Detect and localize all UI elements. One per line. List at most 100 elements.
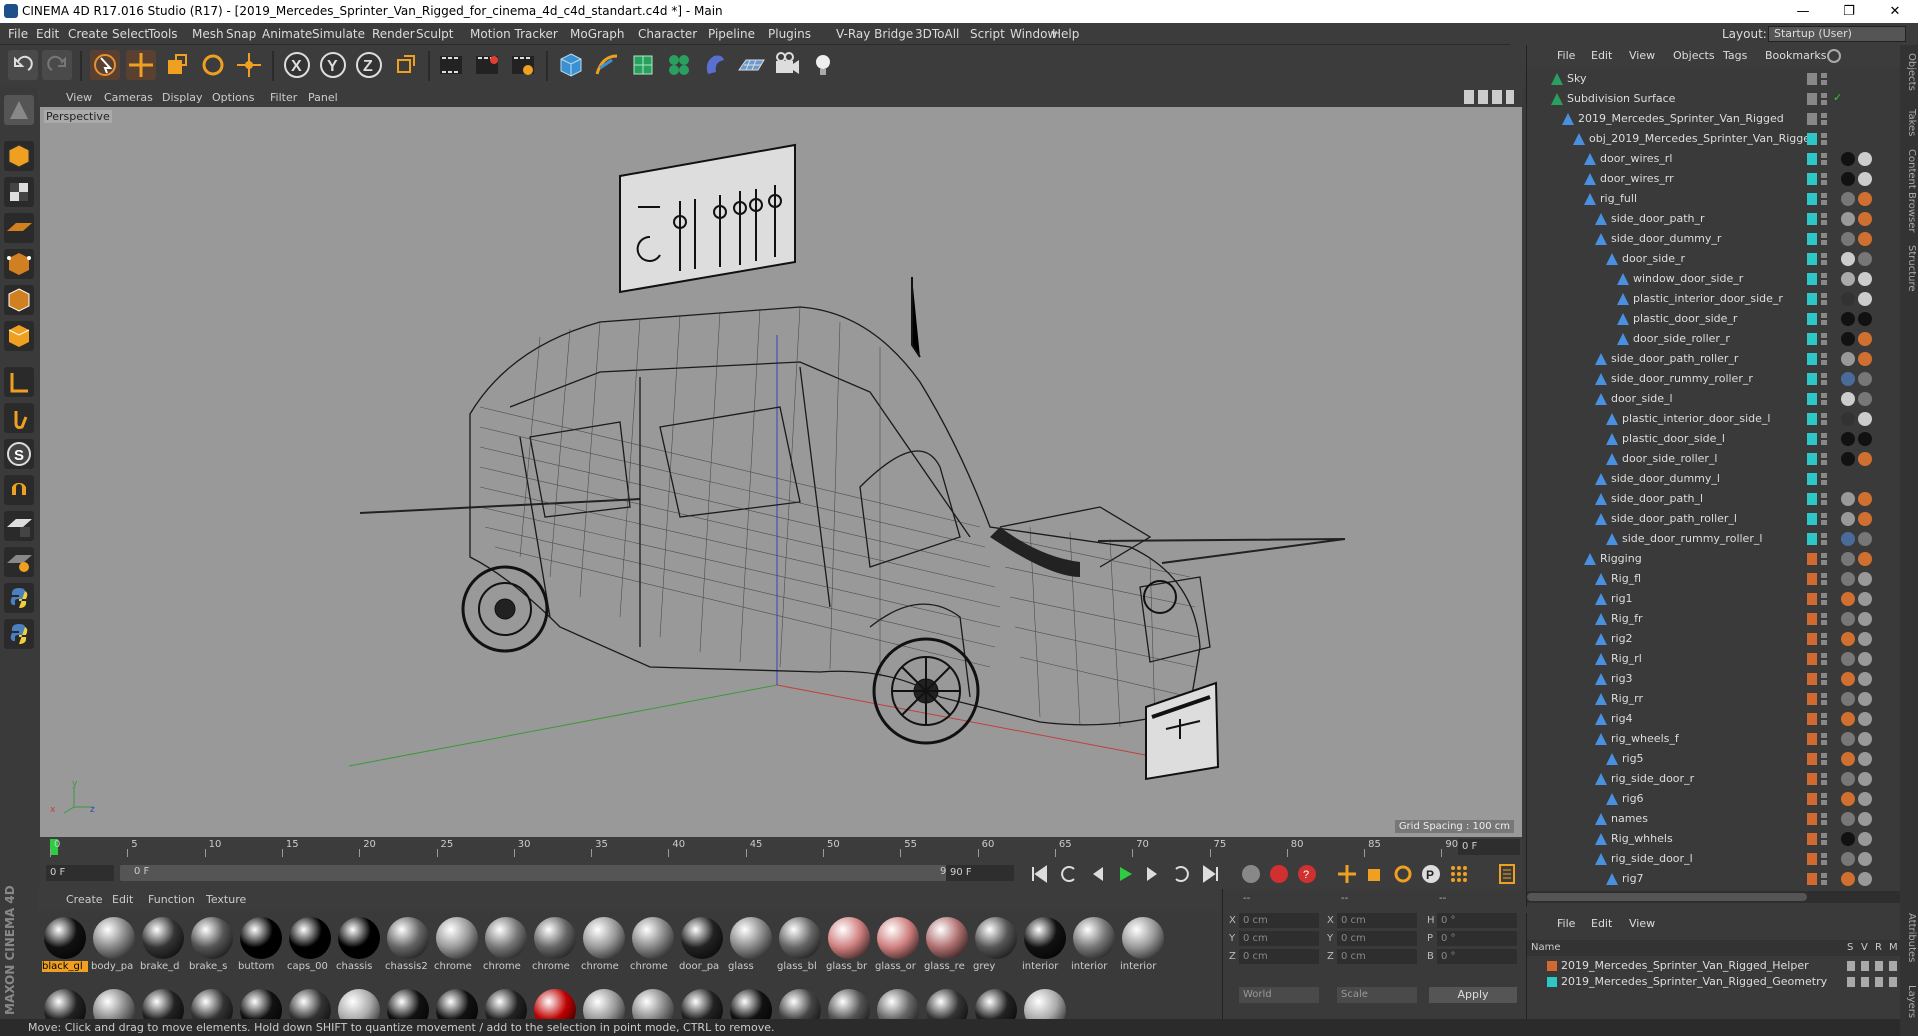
- object-tag-icon[interactable]: [1841, 272, 1855, 286]
- object-tag-icon[interactable]: [1841, 312, 1855, 326]
- z-axis-icon[interactable]: Z: [354, 50, 384, 80]
- object-visibility-toggle[interactable]: [1821, 313, 1827, 325]
- render-view-icon[interactable]: [436, 50, 466, 80]
- cube-object-icon[interactable]: [556, 50, 586, 80]
- object-row[interactable]: names: [1527, 809, 1901, 829]
- end-frame-field[interactable]: 90 F: [946, 865, 1014, 881]
- object-layer-color[interactable]: [1807, 633, 1817, 645]
- object-layer-color[interactable]: [1807, 673, 1817, 685]
- material-swatch[interactable]: glass_or: [875, 915, 921, 972]
- object-visibility-toggle[interactable]: [1821, 273, 1827, 285]
- material-preview-ball[interactable]: [485, 989, 527, 1019]
- layer-row[interactable]: 2019_Mercedes_Sprinter_Van_Rigged_Helper: [1527, 958, 1901, 974]
- material-swatch[interactable]: grey: [973, 915, 1019, 972]
- object-tag-icon[interactable]: [1841, 792, 1855, 806]
- transform-tool-icon[interactable]: [234, 50, 264, 80]
- material-swatch[interactable]: black_gl: [42, 915, 88, 972]
- position-field[interactable]: 0 cm: [1239, 949, 1319, 964]
- model-mode-icon[interactable]: [4, 141, 34, 171]
- scrollbar-thumb[interactable]: [1527, 893, 1807, 901]
- object-layer-color[interactable]: [1807, 773, 1817, 785]
- object-layer-color[interactable]: [1807, 613, 1817, 625]
- object-tag-icon[interactable]: [1858, 192, 1872, 206]
- motion-record-icon[interactable]: [1240, 863, 1262, 885]
- object-tag-icon[interactable]: [1841, 212, 1855, 226]
- object-row[interactable]: Rig_whhels: [1527, 829, 1901, 849]
- object-tag-icon[interactable]: [1858, 452, 1872, 466]
- material-swatch[interactable]: glass_re: [924, 915, 970, 972]
- material-preview-ball[interactable]: [779, 989, 821, 1019]
- light-object-icon[interactable]: [808, 50, 838, 80]
- object-tag-icon[interactable]: [1858, 312, 1872, 326]
- menu-pipeline[interactable]: Pipeline: [708, 27, 755, 41]
- object-visibility-toggle[interactable]: [1821, 373, 1827, 385]
- rotation-field[interactable]: 0 °: [1437, 931, 1517, 946]
- object-row[interactable]: door_side_l: [1527, 389, 1901, 409]
- material-preview-ball[interactable]: [828, 989, 870, 1019]
- object-layer-color[interactable]: [1807, 873, 1817, 885]
- object-visibility-toggle[interactable]: [1821, 73, 1827, 85]
- object-visibility-toggle[interactable]: [1821, 173, 1827, 185]
- object-row[interactable]: Rig_rl: [1527, 649, 1901, 669]
- layout-dropdown[interactable]: Startup (User): [1768, 26, 1906, 42]
- object-menu-bookmarks[interactable]: Bookmarks: [1765, 49, 1826, 62]
- side-tab-attributes[interactable]: Attributes: [1901, 913, 1917, 962]
- object-tag-icon[interactable]: [1841, 172, 1855, 186]
- object-tag-icon[interactable]: [1858, 372, 1872, 386]
- object-visibility-toggle[interactable]: [1821, 693, 1827, 705]
- object-tag-icon[interactable]: [1858, 572, 1872, 586]
- material-preview-ball[interactable]: [730, 989, 772, 1019]
- object-tag-icon[interactable]: [1858, 712, 1872, 726]
- menu-help[interactable]: Help: [1052, 27, 1079, 41]
- object-layer-color[interactable]: [1807, 493, 1817, 505]
- material-preview-ball[interactable]: [681, 989, 723, 1019]
- object-tag-icon[interactable]: [1858, 532, 1872, 546]
- object-tag-icon[interactable]: [1858, 672, 1872, 686]
- material-preview-ball[interactable]: [926, 989, 968, 1019]
- object-tag-icon[interactable]: [1841, 572, 1855, 586]
- object-tag-icon[interactable]: [1841, 772, 1855, 786]
- enabled-check-icon[interactable]: ✓: [1833, 91, 1842, 104]
- layer-toggles[interactable]: [1847, 961, 1897, 971]
- redo-icon[interactable]: [42, 50, 72, 80]
- object-layer-color[interactable]: [1807, 713, 1817, 725]
- perspective-viewport[interactable]: Perspective y x z Grid Spacing : 100 cm: [40, 107, 1522, 837]
- object-row[interactable]: side_door_dummy_r: [1527, 229, 1901, 249]
- object-tag-icon[interactable]: [1858, 292, 1872, 306]
- record-key-icon[interactable]: [1268, 863, 1290, 885]
- material-swatch[interactable]: chrome: [532, 915, 578, 972]
- object-row[interactable]: rig2: [1527, 629, 1901, 649]
- menu-mograph[interactable]: MoGraph: [570, 27, 625, 41]
- object-tag-icon[interactable]: [1841, 532, 1855, 546]
- material-swatch[interactable]: interior: [1022, 915, 1068, 972]
- timeline-ruler[interactable]: 0 F 0 5 10 15 20 25 30 35 40 45 50 55 60 65 70 75 80 85 90: [40, 837, 1522, 859]
- deformer-icon[interactable]: [700, 50, 730, 80]
- object-menu-view[interactable]: View: [1629, 49, 1655, 62]
- object-row[interactable]: side_door_path_roller_r: [1527, 349, 1901, 369]
- object-visibility-toggle[interactable]: [1821, 333, 1827, 345]
- move-tool-icon[interactable]: [126, 50, 156, 80]
- object-visibility-toggle[interactable]: [1821, 813, 1827, 825]
- object-tag-icon[interactable]: [1841, 392, 1855, 406]
- object-visibility-toggle[interactable]: [1821, 533, 1827, 545]
- layer-row[interactable]: 2019_Mercedes_Sprinter_Van_Rigged_Geomet…: [1527, 974, 1901, 990]
- object-tag-icon[interactable]: [1858, 592, 1872, 606]
- object-tag-icon[interactable]: [1841, 292, 1855, 306]
- object-layer-color[interactable]: [1807, 353, 1817, 365]
- object-visibility-toggle[interactable]: [1821, 493, 1827, 505]
- object-row[interactable]: rig4: [1527, 709, 1901, 729]
- object-layer-color[interactable]: [1807, 193, 1817, 205]
- object-tag-icon[interactable]: [1841, 752, 1855, 766]
- object-tag-icon[interactable]: [1841, 192, 1855, 206]
- viewport-nav-icons[interactable]: [1464, 90, 1514, 104]
- object-tag-icon[interactable]: [1841, 452, 1855, 466]
- object-visibility-toggle[interactable]: [1821, 853, 1827, 865]
- object-row[interactable]: rig3: [1527, 669, 1901, 689]
- object-row[interactable]: plastic_door_side_r: [1527, 309, 1901, 329]
- scale-tool-icon[interactable]: [162, 50, 192, 80]
- object-visibility-toggle[interactable]: [1821, 833, 1827, 845]
- object-tag-icon[interactable]: [1858, 692, 1872, 706]
- axis-mode-icon[interactable]: [4, 367, 34, 397]
- side-tab-objects[interactable]: Objects: [1901, 53, 1917, 91]
- maximize-button[interactable]: ❐: [1826, 0, 1872, 23]
